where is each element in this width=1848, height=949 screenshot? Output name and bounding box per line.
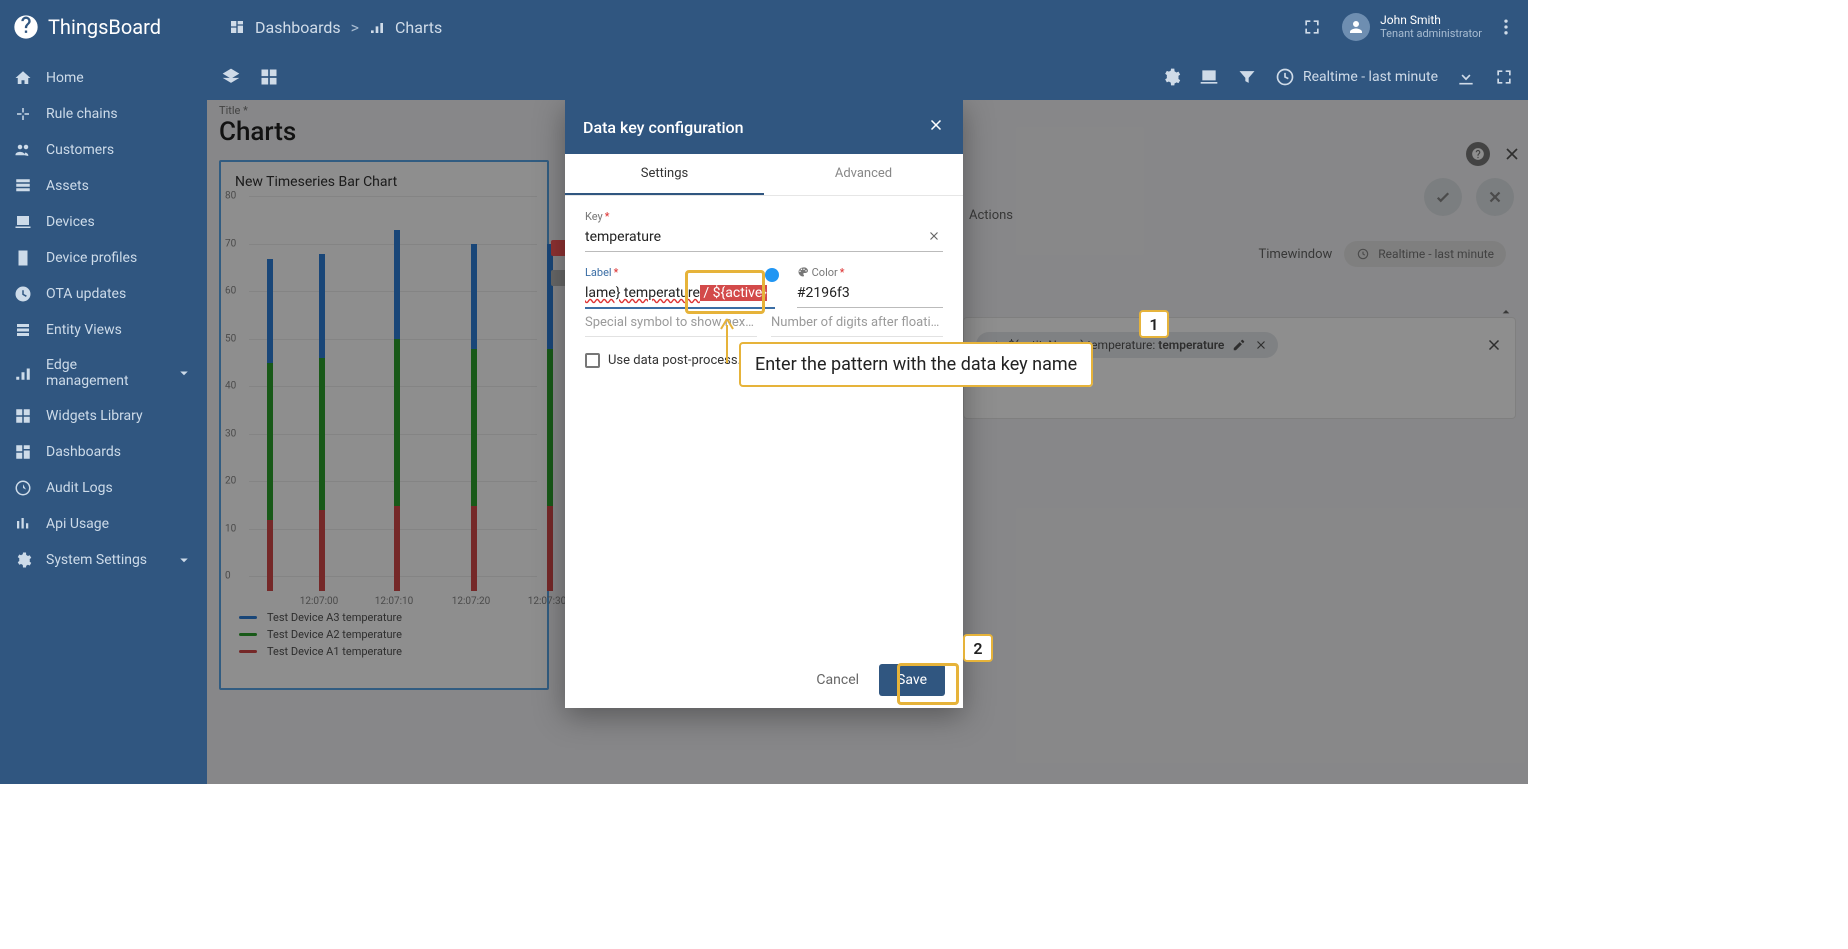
breadcrumb-dashboards[interactable]: Dashboards xyxy=(255,18,341,37)
dashboard-icon xyxy=(229,19,245,35)
filter-icon[interactable] xyxy=(1237,67,1257,87)
color-input[interactable] xyxy=(797,279,943,308)
sidebar-item-entity-views[interactable]: Entity Views xyxy=(0,312,207,348)
sidebar-item-assets[interactable]: Assets xyxy=(0,168,207,204)
key-label: Key* xyxy=(585,210,943,223)
checkbox-icon xyxy=(585,353,600,368)
tab-advanced[interactable]: Advanced xyxy=(764,154,963,195)
label-field: Label* lame} temperature / ${active} xyxy=(585,266,775,309)
grid-icon[interactable] xyxy=(259,67,279,87)
logo[interactable]: ThingsBoard xyxy=(12,13,207,41)
color-field: Color* xyxy=(797,266,943,308)
sidebar: Home Rule chains Customers Assets Device… xyxy=(0,54,207,784)
entities-icon[interactable] xyxy=(1199,67,1219,87)
sidebar-item-home[interactable]: Home xyxy=(0,60,207,96)
time-window-selector[interactable]: Realtime - last minute xyxy=(1275,67,1438,87)
color-label: Color* xyxy=(797,266,943,279)
sidebar-item-device-profiles[interactable]: Device profiles xyxy=(0,240,207,276)
sidebar-item-system-settings[interactable]: System Settings xyxy=(0,542,207,578)
main: Home Rule chains Customers Assets Device… xyxy=(0,54,1528,784)
modal-footer: Cancel Save xyxy=(565,652,963,708)
close-icon[interactable] xyxy=(927,116,945,138)
content: Realtime - last minute Title * Charts Ne… xyxy=(207,54,1528,784)
dashboard-toolbar: Realtime - last minute xyxy=(207,54,1528,100)
label-input[interactable]: lame} temperature / ${active} xyxy=(585,279,775,309)
extra-fields: Special symbol to show nex… Number of di… xyxy=(585,315,943,337)
sidebar-item-customers[interactable]: Customers xyxy=(0,132,207,168)
modal-header: Data key configuration xyxy=(565,100,963,154)
sidebar-item-devices[interactable]: Devices xyxy=(0,204,207,240)
digits-field[interactable]: Number of digits after floati… xyxy=(771,315,943,337)
sidebar-item-rule-chains[interactable]: Rule chains xyxy=(0,96,207,132)
download-icon[interactable] xyxy=(1456,67,1476,87)
sidebar-item-ota-updates[interactable]: OTA updates xyxy=(0,276,207,312)
chevron-down-icon xyxy=(175,364,193,382)
cancel-button[interactable]: Cancel xyxy=(804,664,871,696)
sidebar-item-widgets-library[interactable]: Widgets Library xyxy=(0,398,207,434)
sidebar-item-api-usage[interactable]: Api Usage xyxy=(0,506,207,542)
modal-tabs: Settings Advanced xyxy=(565,154,963,196)
dashboard-body: Title * Charts New Timeseries Bar Chart … xyxy=(207,100,1528,784)
modal-body: Key* Label* lame} temperature / ${active… xyxy=(565,196,963,652)
special-symbol-field[interactable]: Special symbol to show nex… xyxy=(585,315,757,337)
color-swatch-dot[interactable] xyxy=(765,268,779,282)
more-icon[interactable] xyxy=(1496,17,1516,37)
chevron-down-icon xyxy=(175,551,193,569)
layers-icon[interactable] xyxy=(221,67,241,87)
chart-icon xyxy=(369,19,385,35)
key-input[interactable] xyxy=(585,223,943,252)
breadcrumb-charts[interactable]: Charts xyxy=(395,18,442,37)
sidebar-item-dashboards[interactable]: Dashboards xyxy=(0,434,207,470)
avatar xyxy=(1342,13,1370,41)
key-field: Key* xyxy=(585,210,943,252)
fullscreen-icon[interactable] xyxy=(1302,17,1322,37)
breadcrumb-sep: > xyxy=(351,18,359,37)
fullscreen-icon[interactable] xyxy=(1494,67,1514,87)
clock-icon xyxy=(1275,67,1295,87)
user-role: Tenant administrator xyxy=(1380,28,1482,40)
top-header: ThingsBoard Dashboards > Charts John Smi… xyxy=(0,0,1528,54)
user-menu[interactable]: John Smith Tenant administrator xyxy=(1342,13,1482,41)
breadcrumb: Dashboards > Charts xyxy=(229,18,442,37)
user-name: John Smith xyxy=(1380,14,1482,27)
sidebar-item-audit-logs[interactable]: Audit Logs xyxy=(0,470,207,506)
label-label: Label* xyxy=(585,266,775,279)
gear-icon[interactable] xyxy=(1161,67,1181,87)
postprocess-checkbox[interactable]: Use data post-process… xyxy=(585,353,943,368)
logo-icon xyxy=(12,13,40,41)
tab-settings[interactable]: Settings xyxy=(565,154,764,195)
sidebar-item-edge-management[interactable]: Edge management xyxy=(0,348,207,398)
modal-title: Data key configuration xyxy=(583,118,744,137)
brand-text: ThingsBoard xyxy=(48,15,161,39)
save-button[interactable]: Save xyxy=(879,664,945,696)
data-key-config-modal: Data key configuration Settings Advanced… xyxy=(565,100,963,708)
clear-icon[interactable] xyxy=(927,228,943,244)
top-right: John Smith Tenant administrator xyxy=(1302,13,1516,41)
